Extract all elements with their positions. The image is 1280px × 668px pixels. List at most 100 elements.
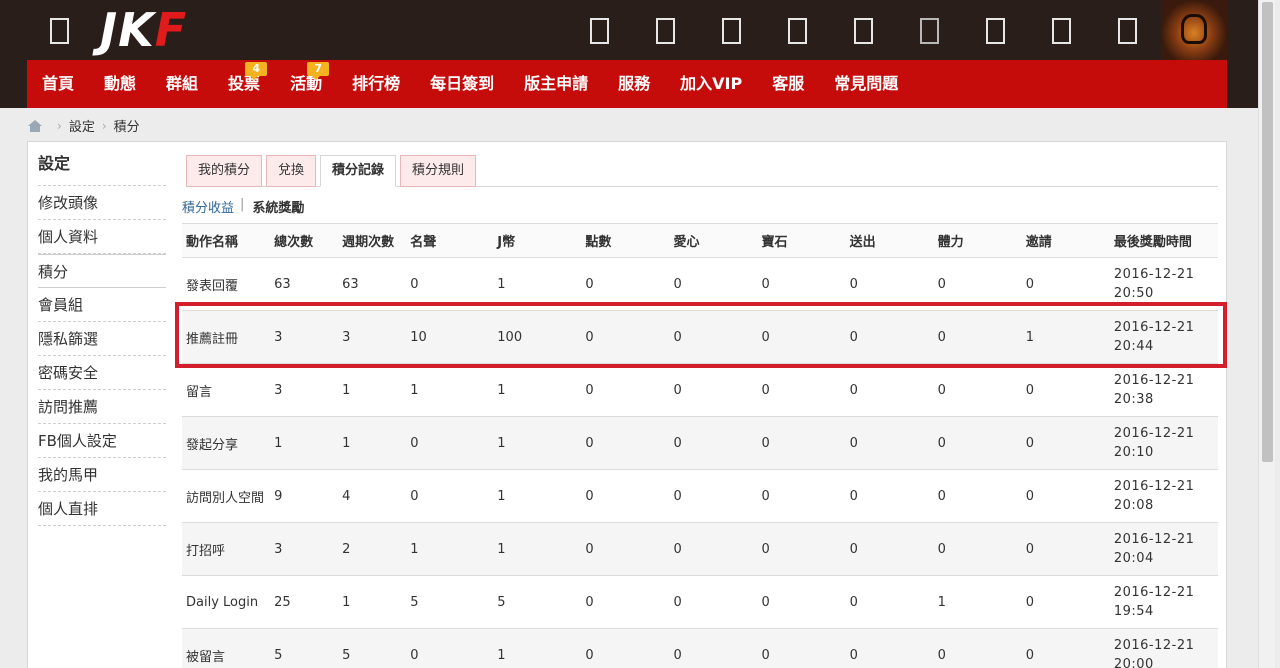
camera-icon[interactable]: [656, 18, 675, 44]
content-panel: 設定 修改頭像 個人資料 積分 會員組 隱私篩選 密碼安全 訪問推薦 FB個人設定 我的馬甲 個人…: [27, 141, 1227, 668]
menu-icon[interactable]: [50, 18, 69, 44]
table-cell: 0: [757, 628, 846, 668]
nav-item[interactable]: 服務: [603, 60, 665, 108]
nav-item[interactable]: 排行榜: [337, 60, 415, 108]
breadcrumb-separator: ›: [57, 118, 62, 133]
sidebar-item[interactable]: 個人資料: [38, 220, 166, 254]
tab[interactable]: 積分規則: [400, 155, 477, 187]
sidebar-item[interactable]: 積分: [38, 254, 166, 288]
table-cell: 1: [493, 522, 582, 576]
nav-item-label: 版主申請: [524, 74, 589, 93]
column-header[interactable]: 最後獎勵時間: [1109, 223, 1218, 258]
nav-item[interactable]: 首頁: [27, 60, 89, 108]
mail-icon[interactable]: [1052, 18, 1071, 44]
sidebar-item[interactable]: 個人直排: [38, 492, 166, 526]
column-header[interactable]: 總次數: [270, 223, 339, 258]
nav-item-label: 服務: [618, 74, 651, 93]
tab[interactable]: 我的積分: [186, 155, 263, 187]
column-header[interactable]: 動作名稱: [182, 223, 271, 258]
last-reward-time-cell: 2016-12-21 20:10: [1109, 416, 1218, 470]
user-avatar[interactable]: [1161, 0, 1227, 60]
sidebar-item[interactable]: FB個人設定: [38, 424, 166, 458]
site-logo[interactable]: JK F: [100, 3, 187, 57]
notification-icon[interactable]: [920, 18, 939, 44]
column-header[interactable]: 寶石: [757, 223, 846, 258]
gift-icon[interactable]: [788, 18, 807, 44]
column-header[interactable]: 體力: [933, 223, 1022, 258]
nav-item-label: 群組: [166, 74, 199, 93]
logo-accent: F: [154, 3, 187, 57]
table-cell: 5: [493, 575, 582, 629]
sidebar-item[interactable]: 訪問推薦: [38, 390, 166, 424]
action-name-cell: 留言: [182, 363, 271, 417]
table-cell: 0: [1021, 469, 1110, 523]
table-cell: 3: [270, 522, 339, 576]
table-cell: 0: [933, 469, 1022, 523]
nav-item-label: 首頁: [42, 74, 75, 93]
table-cell: 0: [581, 363, 670, 417]
sidebar-item[interactable]: 密碼安全: [38, 356, 166, 390]
nav-item-label: 常見問題: [834, 74, 899, 93]
column-header[interactable]: 送出: [845, 223, 934, 258]
table-cell: 0: [933, 522, 1022, 576]
table-cell: 1: [933, 575, 1022, 629]
nav-item[interactable]: 群組: [151, 60, 213, 108]
header-icons: [590, 18, 1184, 44]
table-cell: 4: [338, 469, 407, 523]
sidebar-item[interactable]: 我的馬甲: [38, 458, 166, 492]
sidebar-item[interactable]: 會員組: [38, 288, 166, 322]
subtab-income[interactable]: 積分收益: [182, 197, 234, 216]
table-cell: 5: [338, 628, 407, 668]
column-header[interactable]: 邀請: [1021, 223, 1110, 258]
home-icon[interactable]: [28, 119, 42, 132]
scrollbar-thumb[interactable]: [1262, 2, 1273, 462]
table-row: Daily Login 25 1 5 5 0 0 0 0 1 0 2016-12-21 19:54: [182, 575, 1218, 629]
table-cell: 0: [757, 469, 846, 523]
nav-item[interactable]: 動態: [89, 60, 151, 108]
action-name-cell: 發起分享: [182, 416, 271, 470]
sidebar-item[interactable]: 隱私篩選: [38, 322, 166, 356]
action-name-cell: 打招呼: [182, 522, 271, 576]
sidebar-item[interactable]: 修改頭像: [38, 186, 166, 220]
nav-item[interactable]: 版主申請: [509, 60, 603, 108]
tab[interactable]: 積分記錄: [320, 155, 397, 187]
nav-count-badge: 7: [307, 62, 330, 80]
reward-time: 20:10: [1113, 445, 1154, 460]
breadcrumb-points[interactable]: 積分: [114, 116, 140, 135]
main-nav: 首頁 動態 群組 投票 4 活動 7 排行榜 每日簽到 版主申請 服務 加入VIP 客服 常見問題: [27, 60, 1227, 108]
friends-icon[interactable]: [986, 18, 1005, 44]
subtab-system-reward[interactable]: 系統獎勵: [252, 197, 304, 216]
message-icon[interactable]: [854, 18, 873, 44]
table-row: 發起分享 1 1 0 1 0 0 0 0 0 0 2016-12-21 20:10: [182, 416, 1218, 470]
table-cell: 0: [845, 416, 934, 470]
nav-item[interactable]: 客服: [757, 60, 819, 108]
last-reward-time-cell: 2016-12-21 20:08: [1109, 469, 1218, 523]
reward-date: 2016-12-21: [1113, 426, 1195, 441]
nav-item[interactable]: 活動 7: [275, 60, 337, 108]
table-cell: 0: [845, 363, 934, 417]
page-scrollbar[interactable]: [1258, 0, 1275, 668]
reward-date: 2016-12-21: [1113, 638, 1195, 653]
reward-date: 2016-12-21: [1113, 373, 1195, 388]
nav-item[interactable]: 投票 4: [213, 60, 275, 108]
table-cell: 1: [270, 416, 339, 470]
nav-item[interactable]: 每日簽到: [415, 60, 509, 108]
table-cell: 0: [669, 575, 758, 629]
last-reward-time-cell: 2016-12-21 20:38: [1109, 363, 1218, 417]
table-cell: 0: [581, 628, 670, 668]
breadcrumb-settings[interactable]: 設定: [69, 116, 95, 135]
nav-item[interactable]: 加入VIP: [665, 60, 757, 108]
column-header[interactable]: J幣: [493, 223, 582, 258]
table-cell: 1: [406, 363, 494, 417]
column-header[interactable]: 點數: [581, 223, 670, 258]
settings-icon[interactable]: [1118, 18, 1137, 44]
table-cell: 0: [581, 469, 670, 523]
table-cell: 0: [933, 363, 1022, 417]
column-header[interactable]: 名聲: [406, 223, 494, 258]
column-header[interactable]: 愛心: [669, 223, 758, 258]
search-icon[interactable]: [590, 18, 609, 44]
tab[interactable]: 兌換: [266, 155, 317, 187]
video-icon[interactable]: [722, 18, 741, 44]
nav-item[interactable]: 常見問題: [819, 60, 913, 108]
column-header[interactable]: 週期次數: [338, 223, 407, 258]
